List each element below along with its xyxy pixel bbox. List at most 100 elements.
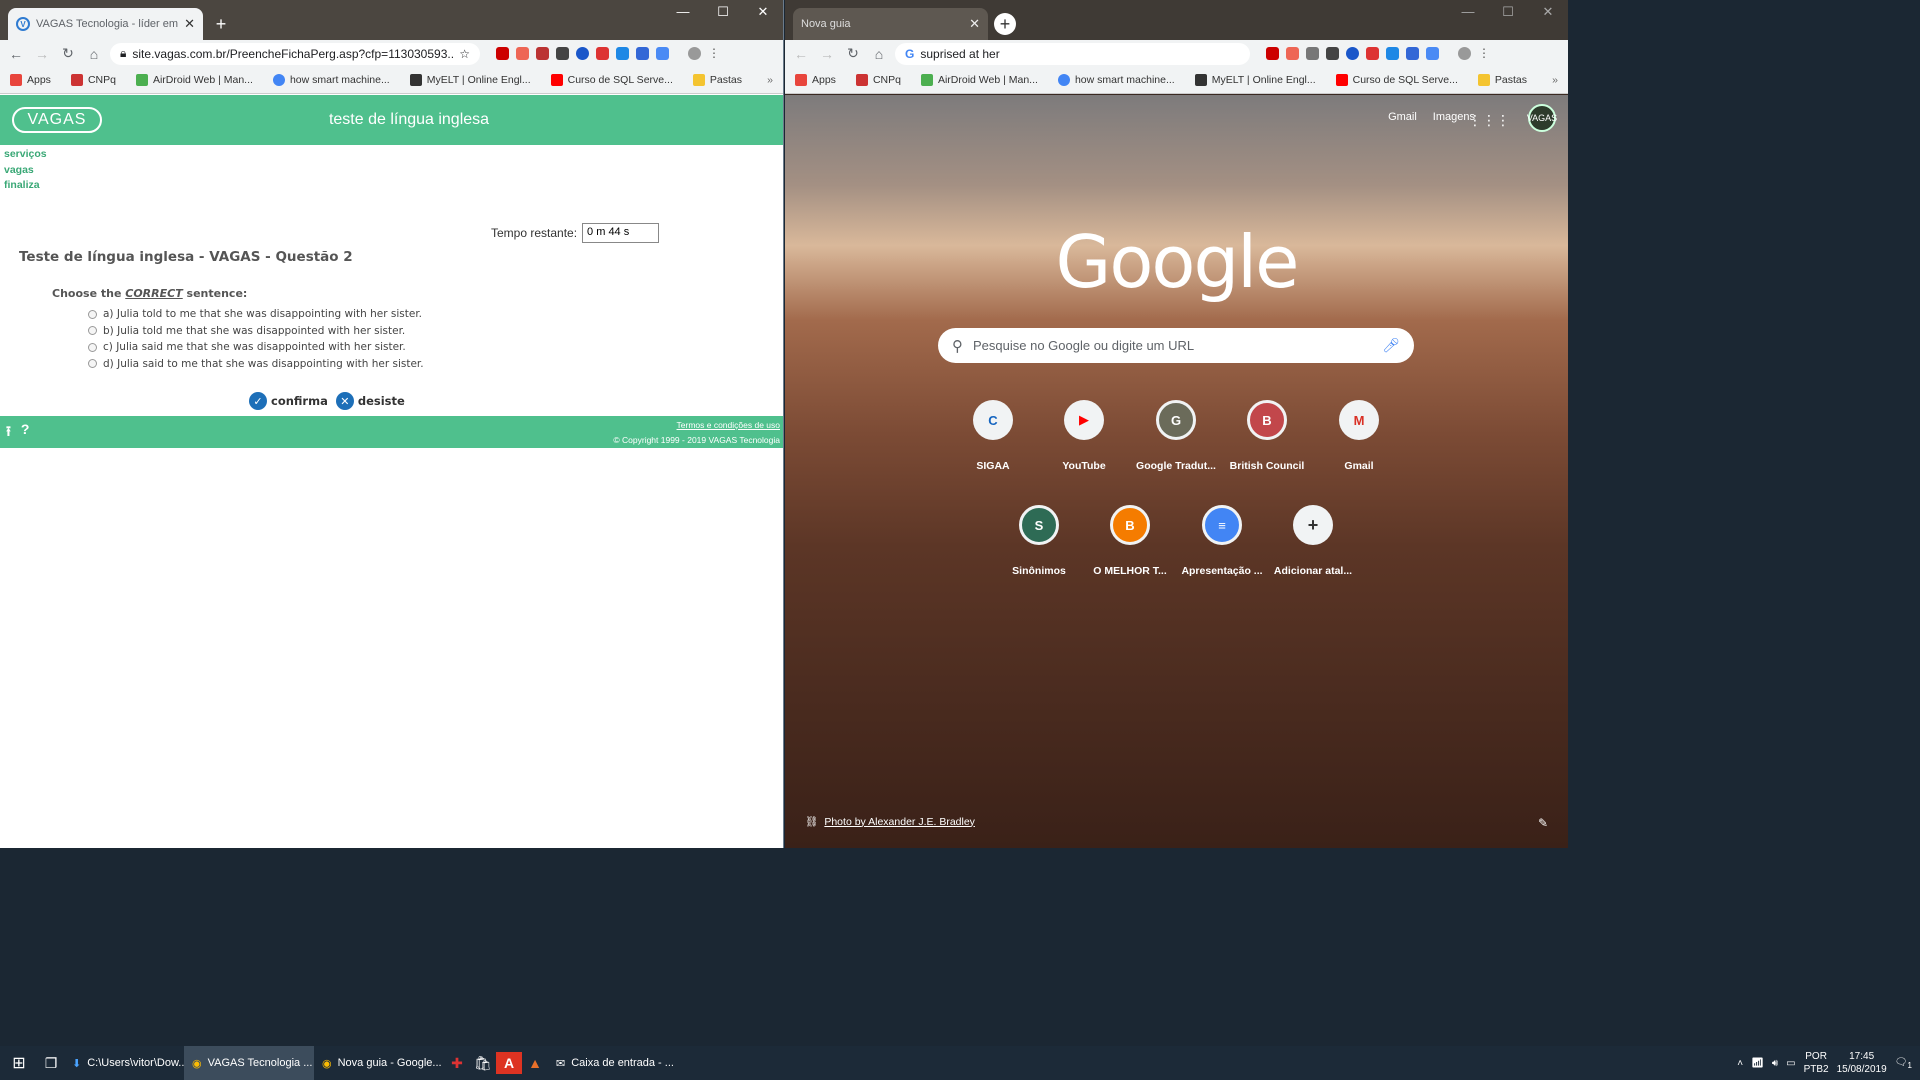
acrobat-icon[interactable]: A (496, 1052, 522, 1074)
bookmark-airdroid[interactable]: AirDroid Web | Man... (135, 74, 253, 86)
volume-icon[interactable]: 🔊︎ (1772, 1058, 1778, 1069)
bookmark-cnpq[interactable]: CNPq (855, 74, 901, 86)
option-b[interactable]: b) Julia told me that she was disappoint… (88, 323, 424, 340)
shortcut-sinonimos[interactable]: S Sinônimos (993, 505, 1085, 577)
bookmark-myelt[interactable]: MyELT | Online Engl... (409, 74, 531, 86)
shortcut-sigaa[interactable]: C SIGAA (947, 400, 1039, 472)
add-shortcut[interactable]: + Adicionar atal... (1267, 505, 1359, 577)
radio-button[interactable] (88, 342, 97, 352)
extension-icon[interactable] (516, 47, 529, 60)
extension-icon[interactable] (576, 47, 589, 60)
search-box[interactable]: ⚲ Pesquise no Google ou digite um URL 🎤︎ (938, 328, 1414, 363)
maximize-button[interactable]: ☐ (1488, 0, 1528, 28)
extension-icon[interactable] (1286, 47, 1299, 60)
radio-button[interactable] (88, 359, 97, 369)
task-view-icon[interactable]: ❐ (38, 1055, 64, 1072)
extension-icon[interactable] (1326, 47, 1339, 60)
extension-icon[interactable] (636, 47, 649, 60)
close-window-button[interactable]: ✕ (743, 0, 783, 28)
more-bookmarks-icon[interactable]: » (1552, 74, 1558, 86)
pdf-icon[interactable] (536, 47, 549, 60)
profile-icon[interactable] (688, 47, 701, 60)
bookmark-sql[interactable]: Curso de SQL Serve... (1335, 74, 1458, 86)
adblock-icon[interactable] (496, 47, 509, 60)
upload-icon[interactable]: ⭱ (6, 421, 11, 445)
address-bar[interactable]: G suprised at her (895, 42, 1250, 65)
bookmark-cnpq[interactable]: CNPq (70, 74, 116, 86)
radio-button[interactable] (88, 326, 97, 336)
minimize-button[interactable]: — (1448, 0, 1488, 28)
extension-icon[interactable] (1346, 47, 1359, 60)
shortcut-google-translate[interactable]: G Google Tradut... (1130, 400, 1222, 472)
confirm-button[interactable]: confirma (271, 394, 328, 408)
profile-icon[interactable] (1458, 47, 1471, 60)
cancel-button[interactable]: desiste (358, 394, 405, 408)
shortcut-youtube[interactable]: ▶ YouTube (1038, 400, 1130, 472)
bookmark-google[interactable]: how smart machine... (1057, 74, 1175, 86)
taskbar-item-vagas[interactable]: ◉ VAGAS Tecnologia ... (184, 1046, 314, 1080)
matlab-icon[interactable]: ▲ (522, 1055, 548, 1071)
menu-icon[interactable]: ⋮ (1478, 47, 1491, 60)
adblock-icon[interactable] (1266, 47, 1279, 60)
star-icon[interactable]: ☆ (459, 47, 470, 61)
tab-vagas[interactable]: V VAGAS Tecnologia - líder em solu ✕ (8, 8, 203, 40)
shortcut-docs[interactable]: ≡ Apresentação ... (1176, 505, 1268, 577)
reload-icon[interactable]: ↻ (58, 45, 78, 62)
windows-start-icon[interactable]: ⊞ (0, 1053, 38, 1073)
bookmark-myelt[interactable]: MyELT | Online Engl... (1194, 74, 1316, 86)
pdf-icon[interactable] (1306, 47, 1319, 60)
translate-icon[interactable] (1426, 47, 1439, 60)
network-icon[interactable]: 📶︎ (1751, 1058, 1764, 1069)
maximize-button[interactable]: ☐ (703, 0, 743, 28)
search-input[interactable]: Pesquise no Google ou digite um URL (973, 338, 1194, 353)
taskbar-item-new-tab[interactable]: ◉ Nova guia - Google... (314, 1046, 444, 1080)
gmail-checker-icon[interactable] (1366, 47, 1379, 60)
terms-link[interactable]: Termos e condições de uso (677, 420, 780, 430)
bookmark-folder[interactable]: Pastas (692, 74, 742, 86)
minimize-button[interactable]: — (663, 0, 703, 28)
close-tab-icon[interactable]: ✕ (184, 16, 195, 32)
extension-icon[interactable] (1386, 47, 1399, 60)
nav-servicos[interactable]: serviços (4, 147, 47, 163)
address-bar[interactable]: 🔒︎ site.vagas.com.br/PreencheFichaPerg.a… (110, 42, 480, 65)
close-tab-icon[interactable]: ✕ (969, 16, 980, 32)
option-a[interactable]: a) Julia told to me that she was disappo… (88, 306, 424, 323)
translate-icon[interactable] (656, 47, 669, 60)
radio-button[interactable] (88, 309, 97, 319)
bookmark-airdroid[interactable]: AirDroid Web | Man... (920, 74, 1038, 86)
option-d[interactable]: d) Julia said to me that she was disappo… (88, 356, 424, 373)
taskbar-item-mail[interactable]: ✉ Caixa de entrada - ... (548, 1046, 688, 1080)
bookmark-google[interactable]: how smart machine... (272, 74, 390, 86)
gmail-link[interactable]: Gmail (1388, 111, 1417, 123)
back-icon[interactable]: ← (6, 46, 26, 62)
reload-icon[interactable]: ↻ (843, 45, 863, 62)
apps-grid-icon[interactable]: ⋮⋮⋮ (1468, 112, 1510, 129)
cross-icon[interactable]: ✕ (335, 392, 354, 410)
bookmark-apps[interactable]: Apps (10, 74, 51, 86)
extension-icon[interactable] (1406, 47, 1419, 60)
help-icon[interactable]: ? (21, 421, 30, 445)
more-bookmarks-icon[interactable]: » (767, 74, 773, 86)
shortcut-british-council[interactable]: B British Council (1221, 400, 1313, 472)
menu-icon[interactable]: ⋮ (708, 47, 721, 60)
tray-expand-icon[interactable]: ˄ (1737, 1058, 1743, 1069)
back-icon[interactable]: ← (791, 46, 811, 62)
taskbar-item-downloads[interactable]: ⬇ C:\Users\vitor\Dow... (64, 1046, 184, 1080)
forward-icon[interactable]: → (32, 46, 52, 62)
notifications-icon[interactable]: 🗨︎1 (1895, 1057, 1912, 1070)
clock[interactable]: 17:45 15/08/2019 (1837, 1050, 1887, 1076)
new-tab-button[interactable]: + (994, 13, 1016, 35)
gmail-checker-icon[interactable] (596, 47, 609, 60)
battery-icon[interactable]: ▭ (1786, 1058, 1795, 1069)
photo-credit[interactable]: ⛓︎ Photo by Alexander J.E. Bradley (805, 815, 975, 829)
bookmark-folder[interactable]: Pastas (1477, 74, 1527, 86)
new-tab-button[interactable]: + (210, 13, 232, 35)
nav-vagas[interactable]: vagas (4, 163, 47, 179)
microphone-icon[interactable]: 🎤︎ (1382, 337, 1400, 354)
home-icon[interactable]: ⌂ (84, 46, 104, 62)
store-icon[interactable]: 🛍︎ (470, 1055, 496, 1072)
language-indicator[interactable]: POR PTB2 (1804, 1050, 1829, 1076)
forward-icon[interactable]: → (817, 46, 837, 62)
shortcut-blogger[interactable]: BO MELHOR T... (1084, 505, 1176, 577)
extension-icon[interactable] (616, 47, 629, 60)
